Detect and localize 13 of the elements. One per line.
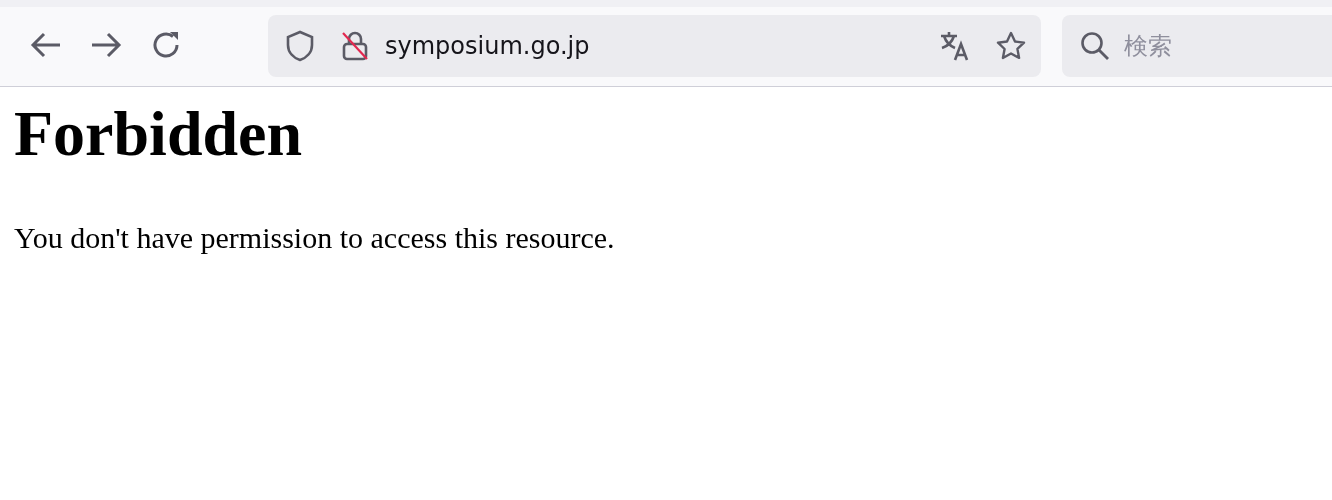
search-icon [1080, 31, 1110, 61]
back-icon [30, 31, 62, 59]
forward-icon [90, 31, 122, 59]
address-bar[interactable]: symposium.go.jp [268, 15, 1041, 77]
search-bar[interactable]: 検索 [1062, 15, 1332, 77]
error-message: You don't have permission to access this resource. [14, 220, 616, 257]
shield-icon [285, 30, 315, 62]
translate-icon[interactable] [939, 30, 971, 62]
star-icon[interactable] [995, 30, 1027, 62]
lock-icon [341, 30, 369, 62]
search-field[interactable]: 検索 [1122, 27, 1322, 65]
page-heading: Forbidden [14, 99, 304, 170]
url-text: symposium.go.jp [385, 31, 590, 62]
